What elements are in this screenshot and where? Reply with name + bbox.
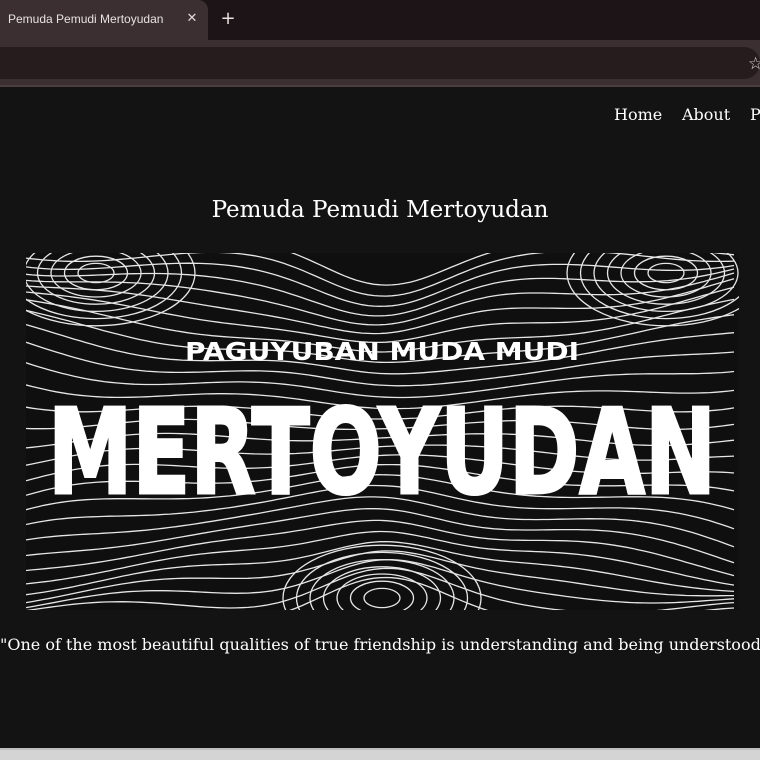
page-content: Home About P Pemuda Pemudi Mertoyudan PA…	[0, 87, 760, 748]
browser-tabstrip: Pemuda Pemudi Mertoyudan ✕ +	[0, 0, 760, 40]
bookmark-star-icon[interactable]: ☆	[748, 52, 760, 76]
banner-headline: MERTOYUDAN	[48, 383, 716, 521]
page-title: Pemuda Pemudi Mertoyudan	[211, 197, 549, 223]
close-icon[interactable]: ✕	[184, 10, 200, 28]
nav-home-link[interactable]: Home	[614, 105, 662, 124]
contour-loop	[77, 262, 115, 284]
new-tab-icon[interactable]: +	[218, 8, 238, 30]
browser-tab[interactable]: Pemuda Pemudi Mertoyudan ✕	[0, 0, 208, 40]
banner-subtitle: PAGUYUBAN MUDA MUDI	[185, 337, 579, 366]
address-bar[interactable]	[0, 47, 760, 79]
contour-loop	[336, 573, 428, 610]
wave-line	[26, 268, 735, 317]
wave-line	[26, 272, 735, 326]
contour-loop	[579, 253, 739, 320]
contour-loop	[633, 255, 699, 291]
horizontal-scrollbar[interactable]	[0, 748, 760, 760]
nav-about-link[interactable]: About	[682, 105, 730, 124]
friendship-quote: "One of the most beautiful qualities of …	[0, 635, 760, 654]
contour-loop	[647, 262, 685, 284]
banner-artwork: PAGUYUBAN MUDA MUDI MERTOYUDAN	[26, 253, 739, 610]
contour-loop	[26, 253, 183, 320]
browser-toolbar: ☆	[0, 40, 760, 86]
nav-next-link[interactable]: P	[750, 105, 760, 124]
contour-loop	[566, 253, 739, 327]
tab-title: Pemuda Pemudi Mertoyudan	[8, 12, 164, 26]
contour-loop	[363, 587, 401, 609]
banner-image: PAGUYUBAN MUDA MUDI MERTOYUDAN	[26, 253, 739, 610]
contour-loop	[349, 580, 415, 610]
